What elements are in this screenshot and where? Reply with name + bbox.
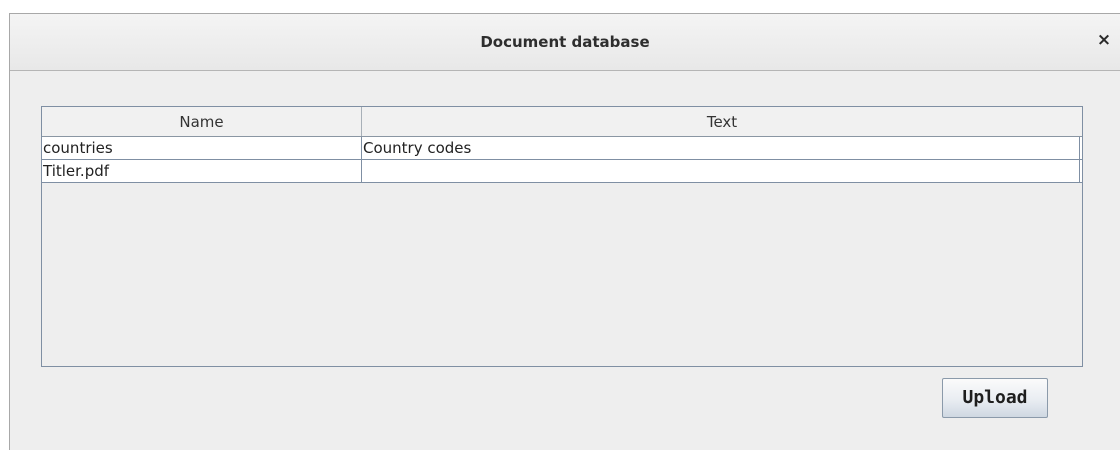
cell-text[interactable]: Country codes [362,137,1080,159]
dialog-titlebar[interactable]: Document database × [10,14,1120,71]
cell-name[interactable]: Titler.pdf [42,160,362,182]
dialog-title: Document database [480,33,650,51]
column-header-text[interactable]: Text [362,107,1082,136]
document-database-dialog: Document database × Name Text countries … [9,13,1120,450]
column-header-name[interactable]: Name [42,107,362,136]
table-row[interactable]: Titler.pdf [42,160,1082,183]
cell-name[interactable]: countries [42,137,362,159]
table-row[interactable]: countries Country codes [42,137,1082,160]
close-icon[interactable]: × [1096,30,1112,50]
cell-text[interactable] [362,160,1080,182]
documents-table: Name Text countries Country codes Titler… [41,106,1083,367]
upload-button[interactable]: Upload [942,378,1048,418]
table-header: Name Text [42,107,1082,137]
